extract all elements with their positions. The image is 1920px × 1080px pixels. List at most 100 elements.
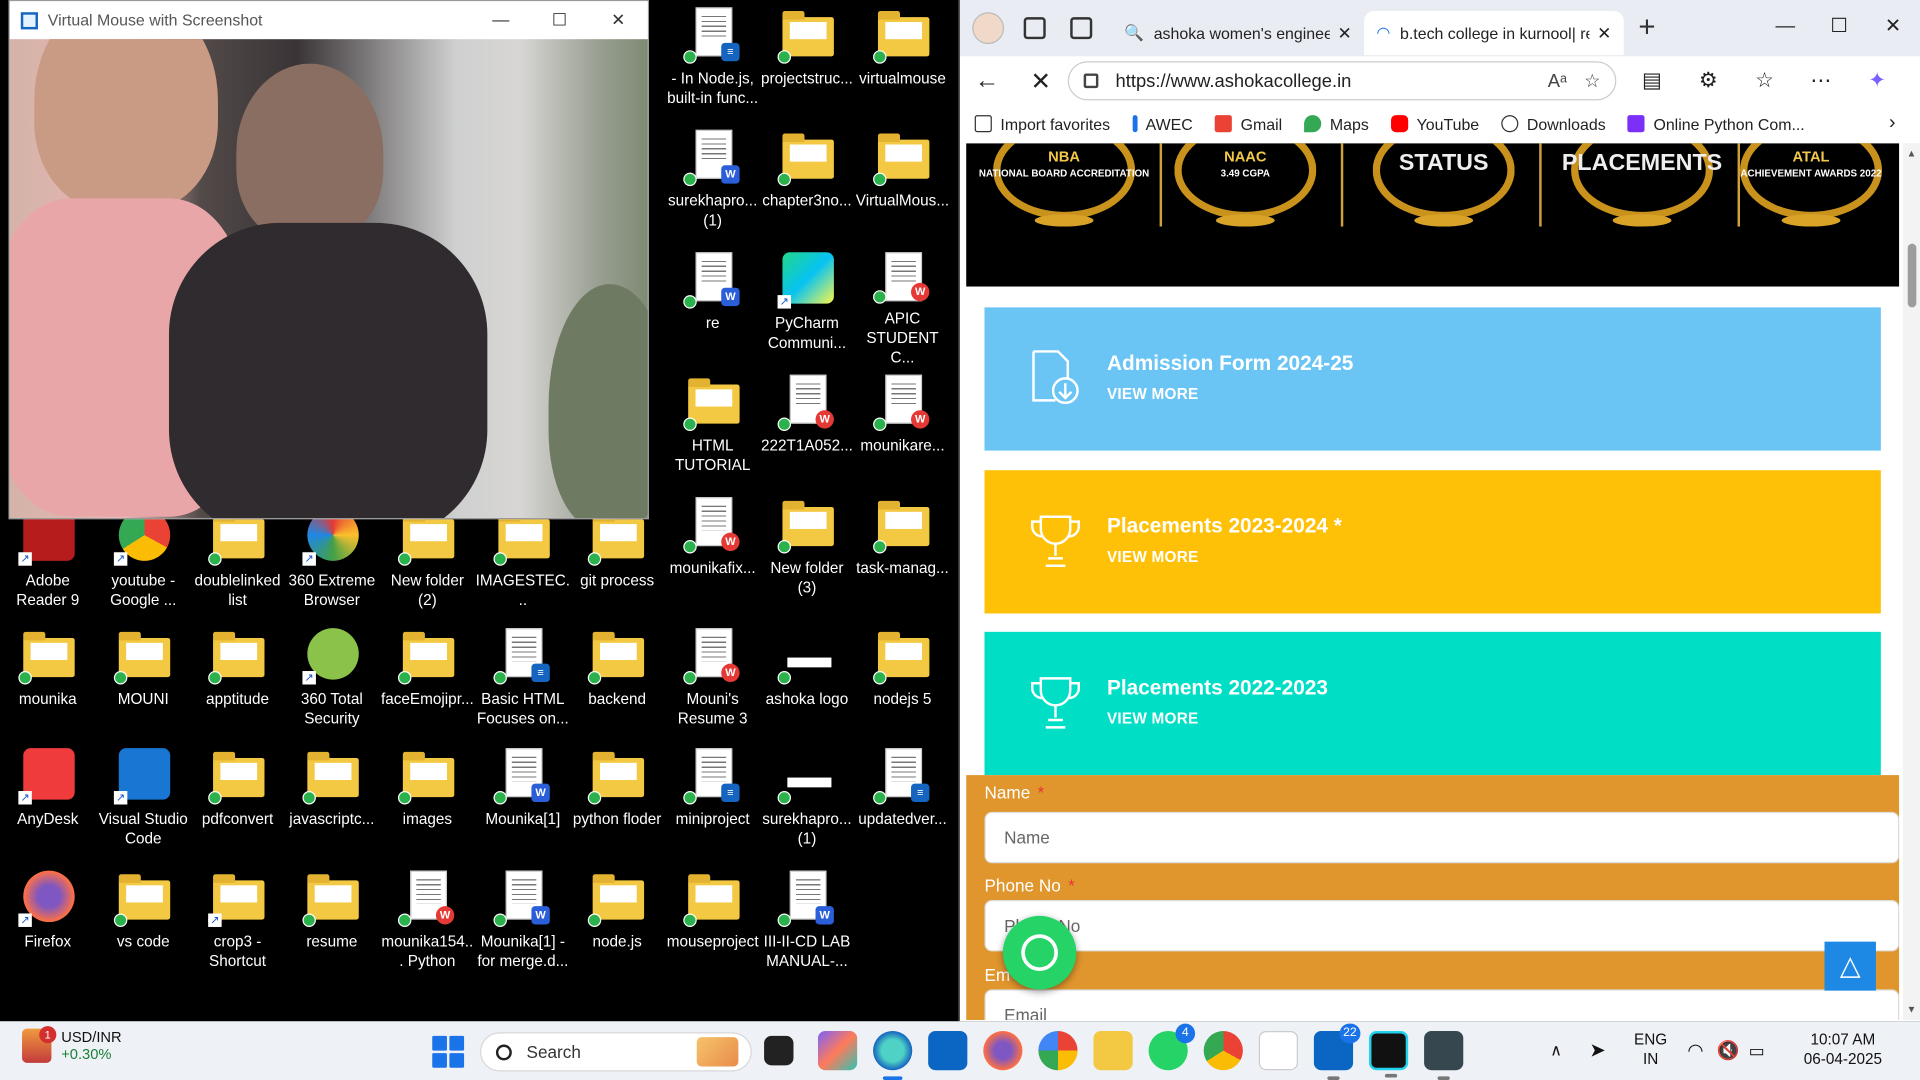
back-arrow-icon[interactable]: ← [960,67,1014,95]
desktop-icon[interactable]: node.js [569,868,665,986]
close-tab-icon[interactable]: ✕ [1337,23,1351,44]
desktop-icon[interactable]: ≡ miniproject [665,746,761,864]
desktop-icon[interactable]: nodejs 5 [855,626,951,744]
quicklink-card[interactable]: Placements 2023-2024 * VIEW MORE [984,470,1881,614]
desktop-icon[interactable]: mouseproject [665,868,761,986]
desktop-icon[interactable]: W Mouni's Resume 3 [665,626,761,744]
file-explorer-icon[interactable] [1093,1031,1133,1071]
favorites-icon[interactable]: ☆ [1736,69,1792,93]
favorite-online-python[interactable]: Online Python Com... [1627,114,1805,133]
url-text[interactable]: https://www.ashokacollege.in [1116,70,1531,91]
vertical-tabs-icon[interactable] [1070,17,1093,40]
desktop-icon[interactable]: doublelinked list [190,507,286,625]
desktop-icon[interactable]: task-manag... [855,495,951,613]
chevron-right-icon[interactable]: › [1889,113,1896,135]
scroll-down-arrow-icon[interactable]: ▼ [1903,1004,1920,1015]
location-icon[interactable]: ➤ [1589,1021,1605,1080]
desktop-icon[interactable]: pdfconvert [190,746,286,864]
view-more-link[interactable]: VIEW MORE [1107,710,1198,727]
desktop-icon[interactable]: VirtualMous... [855,127,951,245]
desktop-icon[interactable]: javascriptc... [284,746,380,864]
scrollbar-thumb[interactable] [1907,243,1917,308]
copilot-icon[interactable] [817,1031,858,1071]
desktop-icon[interactable]: HTML TUTORIAL [665,372,761,490]
favorite-youtube[interactable]: YouTube [1390,114,1479,133]
desktop-icon[interactable]: ↗ PyCharm Communi... [759,250,855,368]
desktop-icon[interactable]: ↗ 360 Extreme Browser [284,507,380,625]
outlook-icon[interactable] [928,1031,968,1071]
tab-ashoka-search[interactable]: 🔍 ashoka women's engineering ✕ [1112,11,1364,55]
desktop-icon[interactable]: ↗ Firefox [0,868,96,986]
new-tab-button[interactable]: + [1638,11,1655,45]
language-indicator[interactable]: ENG IN [1624,1030,1678,1069]
google-icon[interactable] [1038,1031,1078,1071]
desktop-icon[interactable]: W Mounika[1] - for merge.d... [475,868,571,986]
collections-icon[interactable]: ▤ [1624,69,1680,93]
whatsapp-icon[interactable]: 4 [1148,1023,1196,1071]
tab-ashoka-college[interactable]: ◠ b.tech college in kurnool| re ✕ [1364,11,1624,56]
copilot-icon[interactable]: ✦ [1849,69,1905,93]
desktop-icon[interactable]: ↗ youtube - Google ... [96,507,192,625]
desktop-icon[interactable]: ↗ AnyDesk [0,746,96,864]
favorite-awec[interactable]: AWEC [1132,114,1193,133]
taskbar-search[interactable]: Search [480,1032,752,1072]
card-title[interactable]: Admission Form 2024-25 [1107,351,1353,375]
speaker-muted-icon[interactable]: 🔇 [1717,1021,1740,1080]
page-viewport[interactable]: NBA NATIONAL BOARD ACCREDITATION NAAC 3.… [966,143,1900,1021]
desktop-icon[interactable]: resume [284,868,380,986]
python-icon[interactable] [1424,1031,1464,1080]
edge-browser-window[interactable]: 🔍 ashoka women's engineering ✕ ◠ b.tech … [958,0,1920,1022]
desktop-icon[interactable]: MOUNI [96,626,192,744]
desktop-icon[interactable]: W 222T1A052... [759,372,855,490]
desktop-icon[interactable]: ↗ Adobe Reader 9 [0,507,96,625]
desktop-icon[interactable]: images [380,746,476,864]
desktop-icon[interactable]: projectstruc... [759,5,855,123]
desktop-icon[interactable]: Wre [665,250,761,368]
desktop-icon[interactable]: git process [569,507,665,625]
more-menu-icon[interactable]: ⋯ [1793,69,1849,93]
desktop-icon[interactable]: virtualmouse [855,5,951,123]
phone-input[interactable]: Phone No [984,900,1900,952]
desktop-icon[interactable]: apptitude [190,626,286,744]
desktop-icon[interactable]: ↗ Visual Studio Code [96,746,192,864]
maximize-button[interactable]: ☐ [530,10,589,31]
favorite-maps[interactable]: Maps [1304,114,1369,133]
desktop-icon[interactable]: faceEmojipr... [380,626,476,744]
battery-icon[interactable]: ▭ [1749,1021,1765,1080]
pycharm-icon[interactable] [1368,1031,1409,1078]
window-titlebar[interactable]: Virtual Mouse with Screenshot — ☐ ✕ [9,1,648,40]
favorite-import[interactable]: Import favorites [974,114,1110,133]
workspaces-icon[interactable] [1023,17,1046,40]
show-hidden-icons[interactable]: ∧ [1550,1021,1562,1080]
favorite-gmail[interactable]: Gmail [1214,114,1282,133]
close-button[interactable]: ✕ [589,10,648,31]
card-title[interactable]: Placements 2022-2023 [1107,676,1328,700]
desktop-icon[interactable]: W Mounika[1] [475,746,571,864]
firefox-icon[interactable] [983,1031,1023,1071]
desktop-icon[interactable]: vs code [96,868,192,986]
scroll-up-arrow-icon[interactable]: ▲ [1903,148,1920,159]
desktop-icon[interactable]: IMAGESTEC... [475,507,571,625]
card-title[interactable]: Placements 2023-2024 * [1107,514,1342,538]
desktop-icon[interactable]: W III-II-CD LAB MANUAL-... [759,868,855,986]
desktop-icon[interactable]: chapter3no... [759,127,855,245]
lock-icon[interactable] [1083,73,1099,89]
address-bar[interactable]: https://www.ashokacollege.in A͏ᵃ ☆ [1067,61,1617,101]
desktop-icon[interactable]: python floder [569,746,665,864]
view-more-link[interactable]: VIEW MORE [1107,549,1198,566]
desktop-icon[interactable]: surekhapro... (1) [759,746,855,864]
desktop-icon[interactable]: ≡ Basic HTML Focuses on... [475,626,571,744]
desktop-icon[interactable]: ≡ updatedver... [855,746,951,864]
desktop-icon[interactable]: ashoka logo [759,626,855,744]
desktop-icon[interactable]: W APIC STUDENT C... [855,250,951,368]
desktop-icon[interactable]: ↗ 360 Total Security [284,626,380,744]
desktop-icon[interactable]: ≡ - In Node.js, built-in func... [665,5,761,123]
desktop-icon[interactable]: Wmounikare... [855,372,951,490]
name-input[interactable]: Name [984,811,1900,864]
desktop-icon[interactable]: Wsurekhapro... (1) [665,127,761,245]
whatsapp-chat-button[interactable] [1002,915,1077,990]
star-icon[interactable]: ☆ [1584,70,1600,92]
page-scrollbar[interactable]: ▲ ▼ [1902,143,1920,1021]
linkedin-icon[interactable]: 22 [1313,1023,1361,1080]
stop-loading-icon[interactable]: ✕ [1014,66,1068,97]
